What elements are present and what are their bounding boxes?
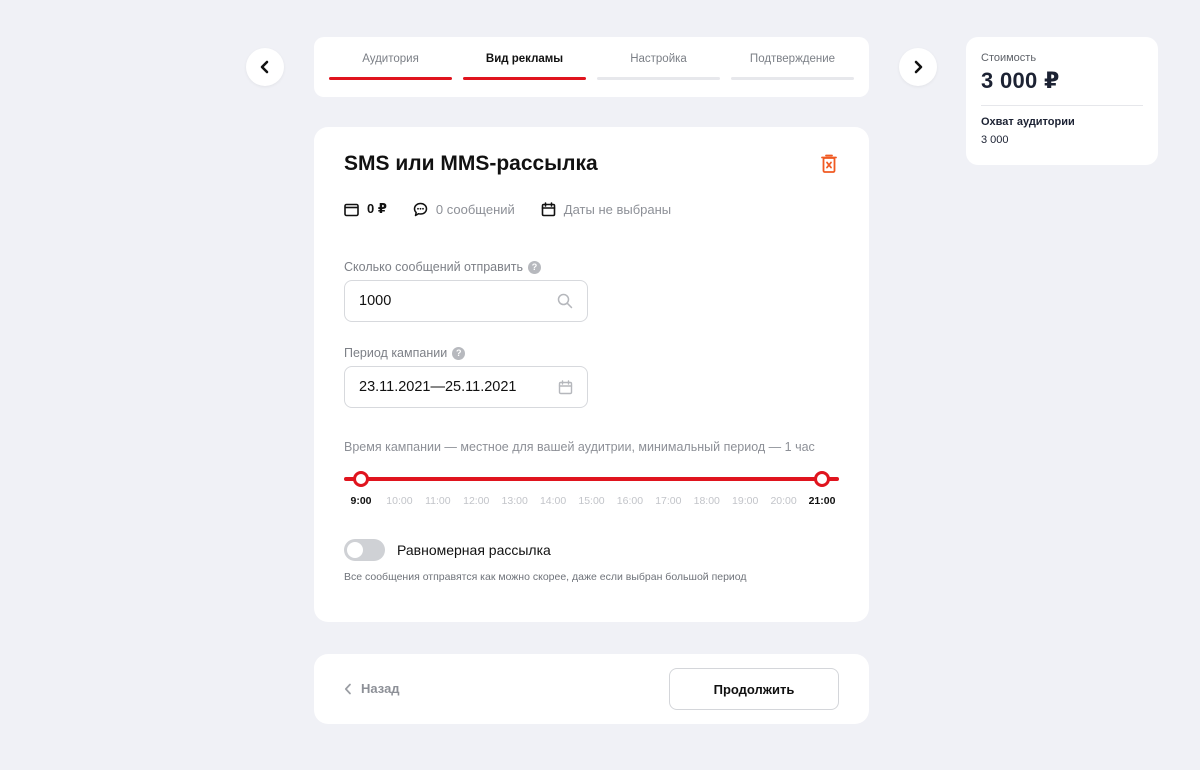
message-count-input[interactable]: [359, 293, 557, 309]
step-progress-bar: [597, 77, 720, 80]
calendar-icon: [541, 201, 556, 216]
step-audience[interactable]: Аудитория: [329, 37, 452, 97]
time-tick: 12:00: [463, 495, 490, 507]
help-icon[interactable]: ?: [452, 346, 466, 360]
wallet-icon: [344, 203, 359, 216]
continue-button[interactable]: Продолжить: [669, 668, 839, 710]
campaign-card: SMS или MMS-рассылка 0 ₽ 0 сообщений Дат…: [314, 127, 869, 622]
campaign-time-caption: Время кампании — местное для вашей аудит…: [344, 440, 815, 454]
step-label: Подтверждение: [749, 53, 836, 65]
reach-label: Охват аудитории: [981, 116, 1075, 128]
time-tick: 13:00: [501, 495, 528, 507]
step-progress-bar: [731, 77, 854, 80]
reach-value: 3 000: [981, 134, 1009, 146]
chevron-right-icon: [914, 60, 923, 74]
time-tick: 21:00: [808, 495, 836, 507]
time-tick: 15:00: [578, 495, 605, 507]
chevron-left-icon: [260, 60, 269, 74]
slider-track: [344, 477, 839, 481]
toggle-knob: [347, 542, 363, 558]
time-tick: 14:00: [539, 495, 567, 507]
cost-value: 3 000 ₽: [981, 68, 1060, 93]
trash-icon: [821, 154, 837, 173]
campaign-period-input[interactable]: [359, 379, 558, 395]
time-tick: 19:00: [732, 495, 759, 507]
time-tick: 18:00: [693, 495, 720, 507]
step-progress-bar: [463, 77, 586, 80]
back-label: Назад: [361, 681, 400, 696]
time-tick: 16:00: [616, 495, 644, 507]
message-count-label: Сколько сообщений отправить ?: [344, 260, 541, 274]
meta-price: 0 ₽: [344, 201, 387, 217]
help-icon[interactable]: ?: [527, 260, 541, 274]
step-label: Настройка: [630, 53, 687, 65]
chevron-left-icon: [344, 683, 351, 694]
even-send-row: Равномерная рассылка: [344, 539, 551, 561]
slider-handle-end[interactable]: [814, 471, 830, 487]
time-tick: 20:00: [770, 495, 797, 507]
even-send-toggle[interactable]: [344, 539, 385, 561]
time-tick: 11:00: [425, 495, 451, 507]
message-count-label-text: Сколько сообщений отправить: [344, 260, 523, 274]
delete-campaign-button[interactable]: [819, 153, 839, 175]
time-tick: 10:00: [386, 495, 413, 507]
time-tick: 17:00: [655, 495, 682, 507]
meta-messages-value: 0 сообщений: [435, 201, 515, 217]
summary-panel: Стоимость 3 000 ₽ Охват аудитории 3 000: [966, 37, 1158, 165]
campaign-title: SMS или MMS-рассылка: [344, 152, 598, 175]
slider-handle-start[interactable]: [353, 471, 369, 487]
step-progress-bar: [329, 77, 452, 80]
campaign-period-field: [344, 366, 588, 408]
search-icon[interactable]: [557, 293, 573, 309]
step-confirmation[interactable]: Подтверждение: [731, 37, 854, 97]
time-range-slider[interactable]: [344, 470, 839, 488]
message-count-field: [344, 280, 588, 322]
even-send-hint: Все сообщения отправятся как можно скоре…: [344, 571, 747, 583]
cost-label: Стоимость: [981, 52, 1037, 64]
meta-price-value: 0 ₽: [367, 201, 387, 216]
calendar-icon[interactable]: [558, 379, 573, 395]
campaign-meta: 0 ₽ 0 сообщений Даты не выбраны: [344, 201, 697, 217]
chat-bubble-icon: [413, 202, 428, 216]
stepper: Аудитория Вид рекламы Настройка Подтверж…: [314, 37, 869, 97]
step-ad-type[interactable]: Вид рекламы: [463, 37, 586, 97]
footer-bar: Назад Продолжить: [314, 654, 869, 724]
time-ticks: 9:00 10:00 11:00 12:00 13:00 14:00 15:00 16:00 1…: [344, 495, 839, 509]
meta-dates-value: Даты не выбраны: [563, 201, 672, 217]
back-button[interactable]: Назад: [344, 681, 400, 696]
step-label: Вид рекламы: [485, 53, 564, 65]
time-tick: 9:00: [350, 495, 372, 507]
meta-messages: 0 сообщений: [413, 202, 515, 217]
next-step-button[interactable]: [899, 48, 937, 86]
even-send-label: Равномерная рассылка: [397, 542, 551, 558]
step-settings[interactable]: Настройка: [597, 37, 720, 97]
divider: [981, 105, 1143, 106]
campaign-period-label-text: Период кампании: [344, 346, 448, 360]
meta-dates: Даты не выбраны: [541, 202, 671, 217]
previous-step-button[interactable]: [246, 48, 284, 86]
campaign-period-label: Период кампании ?: [344, 346, 466, 360]
step-label: Аудитория: [362, 53, 419, 65]
